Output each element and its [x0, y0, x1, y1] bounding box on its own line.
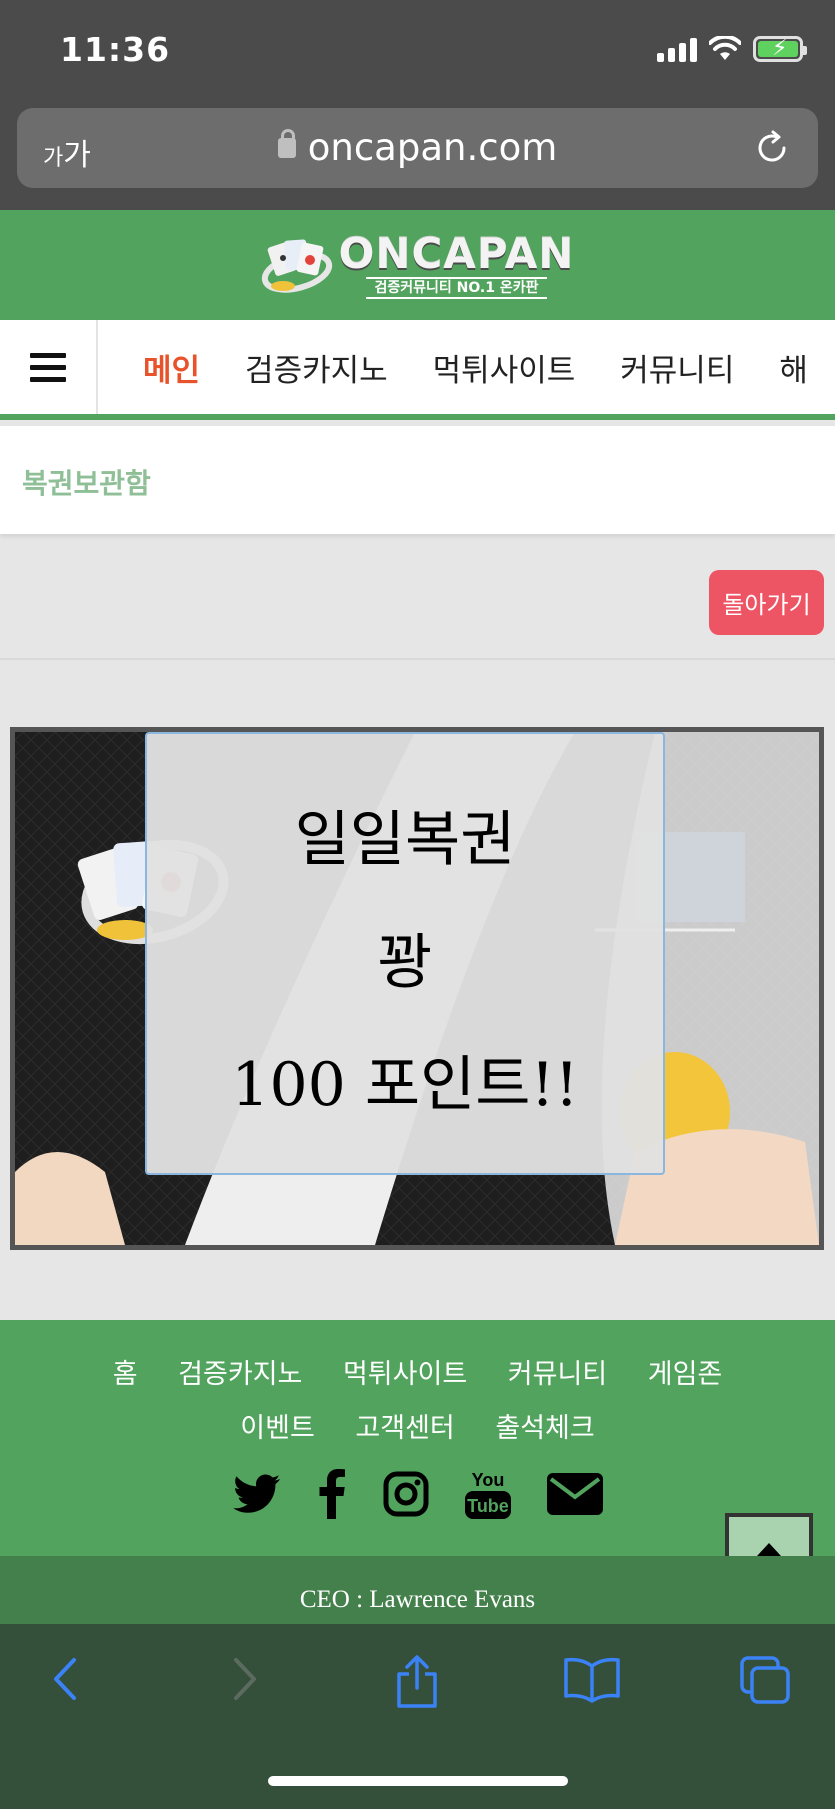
nav-item-scam-sites[interactable]: 먹튀사이트 — [433, 345, 576, 390]
lottery-result: 꽝 — [377, 928, 433, 998]
forward-arrow-icon[interactable] — [226, 1654, 262, 1704]
footer-link-events[interactable]: 이벤트 — [240, 1402, 315, 1456]
footer-link-support[interactable]: 고객센터 — [355, 1402, 454, 1456]
site-logo[interactable]: ONCAPAN 검증커뮤니티 NO.1 온카판 — [261, 231, 575, 299]
youtube-label-top: You — [471, 1470, 504, 1490]
main-nav: 메인 검증카지노 먹튀사이트 커뮤니티 해 — [0, 320, 835, 420]
lottery-title: 일일복권 — [294, 805, 516, 875]
home-indicator — [268, 1776, 568, 1786]
reload-icon[interactable] — [754, 130, 790, 166]
social-links: You Tube — [0, 1468, 835, 1520]
url-display[interactable]: oncapan.com — [17, 126, 818, 169]
url-bar[interactable]: 가가 oncapan.com — [17, 108, 818, 188]
nav-item-truncated[interactable]: 해 — [779, 345, 808, 390]
logo-title: ONCAPAN — [338, 229, 575, 278]
footer-link-verified-casino[interactable]: 검증카지노 — [178, 1348, 302, 1402]
nav-item-verified-casino[interactable]: 검증카지노 — [245, 345, 388, 390]
twitter-icon[interactable] — [232, 1474, 281, 1514]
footer-link-game-zone[interactable]: 게임존 — [648, 1348, 723, 1402]
lottery-ticket[interactable]: 일일복권 꽝 100 포인트!! — [10, 727, 824, 1250]
signal-icon — [657, 36, 697, 62]
instagram-icon[interactable] — [383, 1471, 429, 1517]
footer-link-scam-sites[interactable]: 먹튀사이트 — [343, 1348, 467, 1402]
nav-item-main[interactable]: 메인 — [143, 345, 200, 390]
tabs-icon[interactable] — [738, 1654, 794, 1706]
youtube-label-bottom: Tube — [467, 1496, 509, 1516]
logo-subtitle: 검증커뮤니티 NO.1 온카판 — [366, 277, 547, 299]
battery-icon: ⚡ — [753, 36, 807, 62]
domain-text: oncapan.com — [307, 126, 558, 169]
copyright: CEO : Lawrence Evans — [0, 1556, 835, 1626]
cards-logo-icon — [261, 239, 332, 293]
footer-link-community[interactable]: 커뮤니티 — [508, 1348, 607, 1402]
footer-link-home[interactable]: 홈 — [113, 1348, 138, 1402]
divider — [0, 658, 835, 660]
status-icons: ⚡ — [657, 36, 807, 62]
wifi-icon — [709, 36, 741, 60]
lottery-prize: 100 포인트!! — [231, 1050, 579, 1120]
status-time: 11:36 — [60, 30, 171, 69]
page-title: 복권보관함 — [22, 467, 151, 500]
share-icon[interactable] — [392, 1654, 442, 1710]
footer-links: 홈 검증카지노 먹튀사이트 커뮤니티 게임존 이벤트 고객센터 출석체크 — [0, 1348, 835, 1456]
lock-icon — [277, 129, 296, 158]
mail-icon[interactable] — [546, 1473, 603, 1515]
site-header: ONCAPAN 검증커뮤니티 NO.1 온카판 — [0, 210, 835, 320]
site-footer: 홈 검증카지노 먹튀사이트 커뮤니티 게임존 이벤트 고객센터 출석체크 You… — [0, 1320, 835, 1556]
youtube-icon[interactable]: You Tube — [464, 1468, 511, 1520]
nav-item-community[interactable]: 커뮤니티 — [620, 345, 734, 390]
nav-items: 메인 검증카지노 먹튀사이트 커뮤니티 해 — [98, 320, 835, 414]
bookmarks-icon[interactable] — [563, 1654, 621, 1704]
footer-link-attendance[interactable]: 출석체크 — [495, 1402, 594, 1456]
hamburger-menu-icon[interactable] — [0, 320, 98, 414]
status-bar: 11:36 ⚡ — [0, 0, 835, 100]
back-arrow-icon[interactable] — [48, 1654, 84, 1704]
facebook-icon[interactable] — [317, 1469, 347, 1519]
back-button[interactable]: 돌아가기 — [709, 570, 824, 635]
browser-chrome: 11:36 ⚡ 가가 oncapan.com — [0, 0, 835, 210]
page-title-bar: 복권보관함 — [0, 426, 835, 534]
